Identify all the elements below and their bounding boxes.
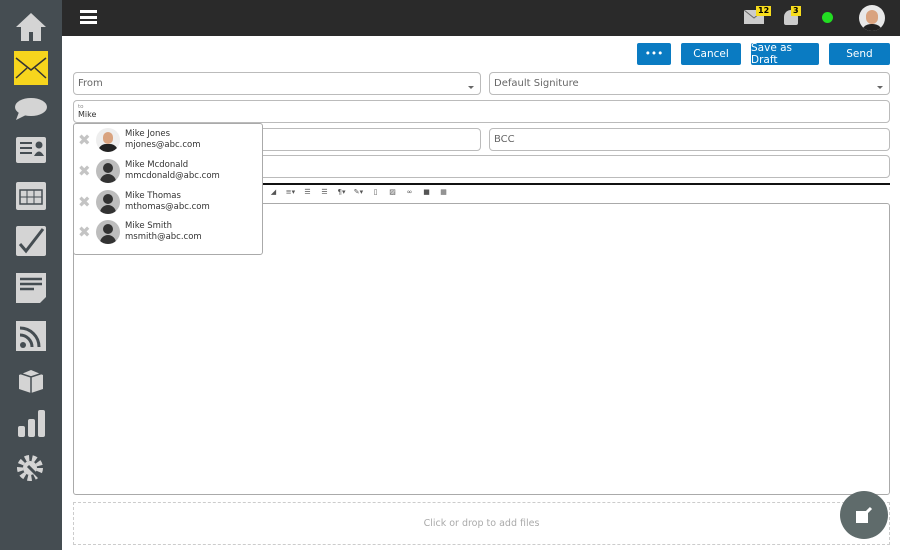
chevron-down-icon	[468, 86, 474, 89]
video-icon[interactable]: ■	[418, 188, 435, 200]
bcc-field[interactable]: BCC	[489, 128, 890, 151]
signature-value: Default Signiture	[494, 78, 579, 89]
sidebar	[0, 0, 62, 550]
recipient-suggestions: ✖ Mike Jones mjones@abc.com ✖ Mike Mcdonald…	[73, 123, 263, 255]
compose-icon	[856, 506, 873, 523]
notes-icon[interactable]	[14, 271, 48, 305]
mail-icon[interactable]	[14, 51, 48, 85]
contact-email: mmcdonald@abc.com	[125, 171, 220, 181]
to-input[interactable]: Mike	[78, 110, 889, 119]
suggestion-item[interactable]: ✖ Mike Jones mjones@abc.com	[74, 125, 262, 155]
avatar	[96, 190, 120, 214]
box-icon[interactable]	[14, 363, 48, 397]
top-bar: 12 3	[62, 0, 900, 36]
remove-icon[interactable]: ✖	[78, 193, 91, 211]
paragraph-icon[interactable]: ¶▾	[333, 188, 350, 200]
remove-icon[interactable]: ✖	[78, 162, 91, 180]
online-status-indicator	[822, 12, 833, 23]
more-options-button[interactable]: •••	[637, 43, 671, 65]
tasks-icon[interactable]	[14, 224, 48, 258]
unordered-list-icon[interactable]: ☰	[316, 188, 333, 200]
contact-name: Mike Mcdonald	[125, 160, 189, 170]
rss-icon[interactable]	[14, 319, 48, 353]
remove-icon[interactable]: ✖	[78, 131, 91, 149]
file-dropzone[interactable]: Click or drop to add files	[73, 502, 890, 545]
save-draft-button[interactable]: Save as Draft	[751, 42, 819, 66]
dropzone-text: Click or drop to add files	[423, 518, 540, 529]
menu-icon[interactable]	[80, 10, 97, 24]
contact-email: mthomas@abc.com	[125, 202, 210, 212]
from-select[interactable]: From	[73, 72, 481, 95]
user-avatar[interactable]	[859, 5, 885, 31]
home-icon[interactable]	[14, 10, 48, 44]
editor-toolbar: ◢ ≡▾ ☰ ☰ ¶▾ ✎▾ ▯ ▨ ∞ ■ ▦	[265, 188, 452, 200]
signature-select[interactable]: Default Signiture	[489, 72, 890, 95]
link-icon[interactable]: ∞	[401, 188, 418, 200]
mail-count-badge: 12	[756, 6, 772, 16]
send-button[interactable]: Send	[829, 43, 890, 65]
bcc-placeholder: BCC	[494, 134, 515, 145]
compose-fab-button[interactable]	[840, 491, 888, 539]
contact-email: msmith@abc.com	[125, 232, 202, 242]
pen-icon[interactable]: ✎▾	[350, 188, 367, 200]
contact-name: Mike Jones	[125, 129, 170, 139]
align-icon[interactable]: ≡▾	[282, 188, 299, 200]
image-icon[interactable]: ▨	[384, 188, 401, 200]
notification-count-badge: 3	[791, 6, 801, 16]
ordered-list-icon[interactable]: ☰	[299, 188, 316, 200]
avatar	[96, 128, 120, 152]
table-icon[interactable]: ▦	[435, 188, 452, 200]
chevron-down-icon	[877, 86, 883, 89]
to-field[interactable]: to Mike	[73, 100, 890, 123]
avatar	[96, 220, 120, 244]
file-icon[interactable]: ▯	[367, 188, 384, 200]
contact-email: mjones@abc.com	[125, 140, 201, 150]
avatar	[96, 159, 120, 183]
contact-name: Mike Smith	[125, 221, 173, 231]
suggestion-item[interactable]: ✖ Mike Thomas mthomas@abc.com	[74, 187, 262, 217]
remove-icon[interactable]: ✖	[78, 223, 91, 241]
suggestion-item[interactable]: ✖ Mike Smith msmith@abc.com	[74, 217, 262, 247]
stats-icon[interactable]	[14, 406, 48, 440]
chat-icon[interactable]	[14, 92, 48, 126]
from-placeholder: From	[78, 78, 103, 89]
settings-icon[interactable]	[14, 452, 48, 486]
cancel-button[interactable]: Cancel	[681, 43, 741, 65]
calendar-icon[interactable]	[14, 178, 48, 212]
contacts-icon[interactable]	[14, 133, 48, 167]
contact-name: Mike Thomas	[125, 191, 181, 201]
eraser-icon[interactable]: ◢	[265, 188, 282, 200]
suggestion-item[interactable]: ✖ Mike Mcdonald mmcdonald@abc.com	[74, 156, 262, 186]
